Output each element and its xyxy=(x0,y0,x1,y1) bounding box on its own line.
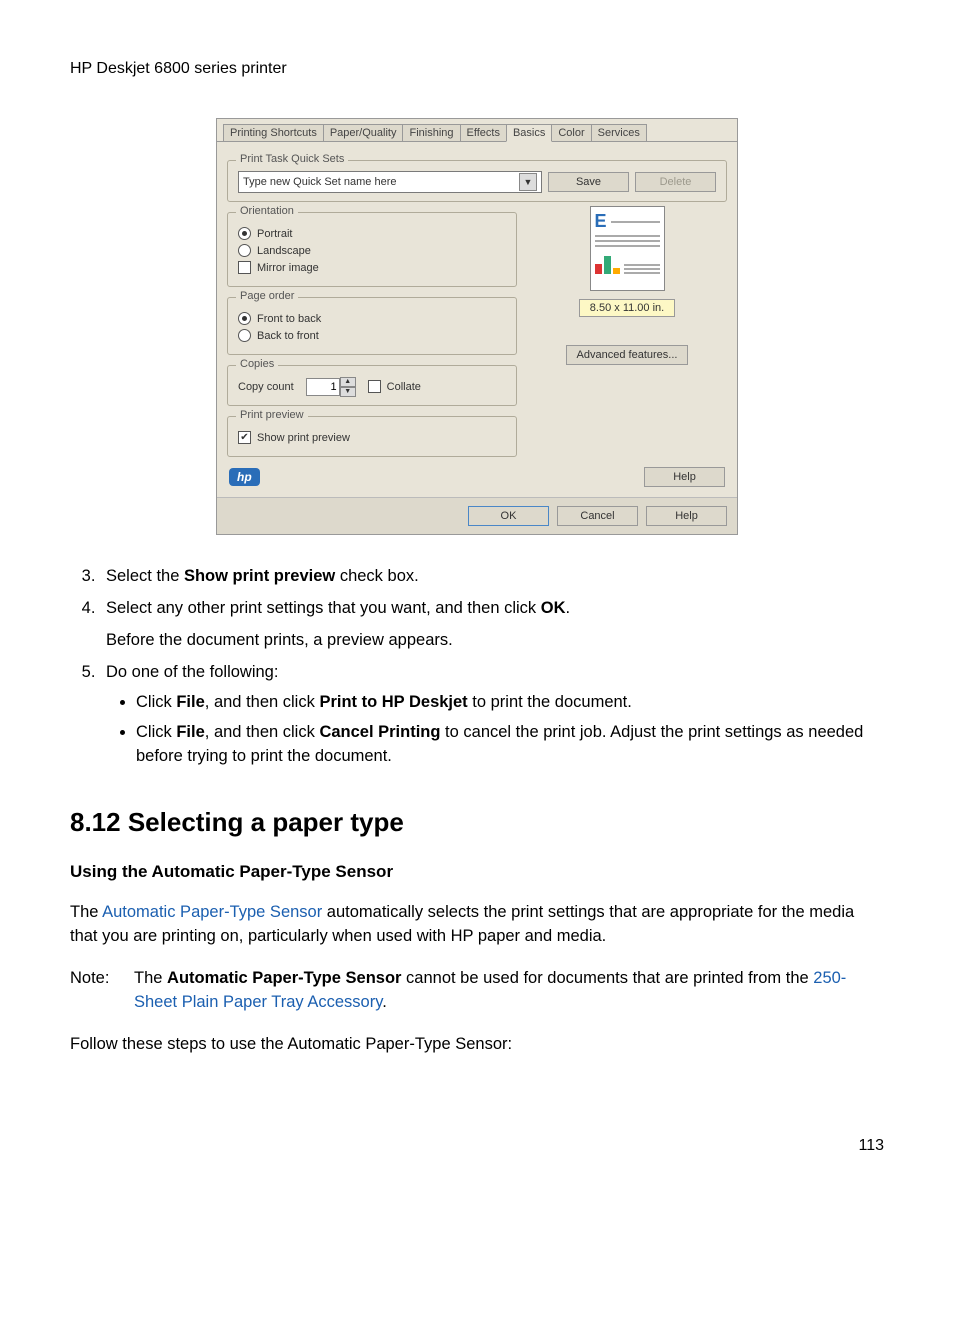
checkbox-mirror-label: Mirror image xyxy=(257,262,319,274)
checkbox-mirror[interactable]: Mirror image xyxy=(238,261,506,274)
quick-set-combo[interactable]: Type new Quick Set name here ▼ xyxy=(238,171,542,193)
radio-back-label: Back to front xyxy=(257,330,319,342)
copy-count-label: Copy count xyxy=(238,381,294,393)
checkbox-show-preview[interactable]: ✔ Show print preview xyxy=(238,431,506,444)
dropdown-arrow-icon[interactable]: ▼ xyxy=(519,173,537,191)
delete-button: Delete xyxy=(635,172,716,192)
copy-count-input[interactable] xyxy=(306,378,340,396)
preview-letter-icon: E xyxy=(595,211,607,232)
radio-front-to-back[interactable]: Front to back xyxy=(238,312,506,325)
group-page-order-legend: Page order xyxy=(236,290,298,302)
subheading-auto-sensor: Using the Automatic Paper-Type Sensor xyxy=(70,860,884,885)
cancel-button[interactable]: Cancel xyxy=(557,506,638,526)
tab-paper-quality[interactable]: Paper/Quality xyxy=(323,124,404,141)
quick-set-combo-text: Type new Quick Set name here xyxy=(243,176,396,188)
copy-count-spinner[interactable]: ▲ ▼ xyxy=(306,377,356,397)
group-orientation-legend: Orientation xyxy=(236,205,298,217)
section-heading: 8.12 Selecting a paper type xyxy=(70,804,884,842)
save-button[interactable]: Save xyxy=(548,172,629,192)
tab-color[interactable]: Color xyxy=(551,124,591,141)
tab-services[interactable]: Services xyxy=(591,124,647,141)
step-5: Do one of the following: Click File, and… xyxy=(100,661,884,769)
ok-button[interactable]: OK xyxy=(468,506,549,526)
page-header: HP Deskjet 6800 series printer xyxy=(70,60,884,78)
checkbox-collate-label: Collate xyxy=(387,381,421,393)
radio-landscape-label: Landscape xyxy=(257,245,311,257)
note-label: Note: xyxy=(70,967,118,1015)
page-preview-thumbnail: E xyxy=(590,206,665,291)
step-5b: Click File, and then click Cancel Printi… xyxy=(136,721,884,769)
group-copies: Copies Copy count ▲ ▼ Collate xyxy=(227,365,517,406)
document-body: Select the Show print preview check box.… xyxy=(70,565,884,1057)
paragraph-auto-sensor: The Automatic Paper-Type Sensor automati… xyxy=(70,901,884,949)
step-4: Select any other print settings that you… xyxy=(100,597,884,653)
group-copies-legend: Copies xyxy=(236,358,278,370)
preview-chart-icon xyxy=(595,250,620,274)
hp-logo-icon: hp xyxy=(229,468,260,486)
help-button[interactable]: Help xyxy=(646,506,727,526)
tab-printing-shortcuts[interactable]: Printing Shortcuts xyxy=(223,124,324,141)
page-number: 113 xyxy=(70,1137,884,1155)
radio-portrait[interactable]: Portrait xyxy=(238,227,506,240)
note-block: Note: The Automatic Paper-Type Sensor ca… xyxy=(70,967,884,1015)
step-4-sub: Before the document prints, a preview ap… xyxy=(106,629,884,653)
radio-landscape[interactable]: Landscape xyxy=(238,244,506,257)
group-print-preview-legend: Print preview xyxy=(236,409,308,421)
radio-portrait-label: Portrait xyxy=(257,228,292,240)
tab-finishing[interactable]: Finishing xyxy=(402,124,460,141)
dialog-footer: OK Cancel Help xyxy=(217,497,737,534)
spinner-up-icon[interactable]: ▲ xyxy=(340,377,356,387)
advanced-features-button[interactable]: Advanced features... xyxy=(566,345,689,365)
checkbox-show-preview-label: Show print preview xyxy=(257,432,350,444)
help-button-inner[interactable]: Help xyxy=(644,467,725,487)
checkbox-collate[interactable]: Collate xyxy=(368,380,421,393)
link-auto-paper-sensor[interactable]: Automatic Paper-Type Sensor xyxy=(102,903,322,921)
note-text: The Automatic Paper-Type Sensor cannot b… xyxy=(134,967,884,1015)
step-3: Select the Show print preview check box. xyxy=(100,565,884,589)
group-page-order: Page order Front to back Back to front xyxy=(227,297,517,355)
tab-strip: Printing Shortcuts Paper/Quality Finishi… xyxy=(217,119,737,142)
tab-effects[interactable]: Effects xyxy=(460,124,507,141)
paragraph-follow-steps: Follow these steps to use the Automatic … xyxy=(70,1033,884,1057)
print-properties-dialog: Printing Shortcuts Paper/Quality Finishi… xyxy=(216,118,738,535)
radio-front-label: Front to back xyxy=(257,313,321,325)
tab-basics[interactable]: Basics xyxy=(506,124,552,142)
group-quick-sets: Print Task Quick Sets Type new Quick Set… xyxy=(227,160,727,202)
paper-size-label: 8.50 x 11.00 in. xyxy=(579,299,675,317)
spinner-down-icon[interactable]: ▼ xyxy=(340,387,356,397)
step-5a: Click File, and then click Print to HP D… xyxy=(136,691,884,715)
radio-back-to-front[interactable]: Back to front xyxy=(238,329,506,342)
group-orientation: Orientation Portrait Landscape Mirror im… xyxy=(227,212,517,287)
group-quick-sets-legend: Print Task Quick Sets xyxy=(236,153,348,165)
group-print-preview: Print preview ✔ Show print preview xyxy=(227,416,517,457)
